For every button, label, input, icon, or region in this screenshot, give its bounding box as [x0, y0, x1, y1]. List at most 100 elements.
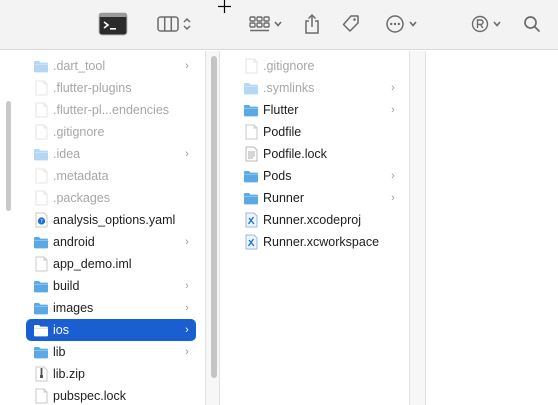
yaml-file-icon: ?	[32, 212, 50, 228]
folder-icon	[242, 80, 260, 96]
list-item-label: lib.zip	[53, 367, 85, 381]
file-icon	[32, 124, 50, 140]
chevron-right-icon: ›	[185, 148, 189, 160]
chevron-right-icon: ›	[185, 280, 189, 292]
group-button[interactable]	[244, 9, 286, 39]
file-icon	[32, 256, 50, 272]
list-item[interactable]: .flutter-plugins	[26, 77, 196, 99]
xcode-file-icon	[242, 234, 260, 250]
list-item[interactable]: .metadata	[26, 165, 196, 187]
list-item-label: Podfile.lock	[263, 147, 327, 161]
chevron-down-icon	[408, 21, 417, 27]
list-item-selected[interactable]: ios ›	[26, 319, 196, 341]
chevron-right-icon: ›	[391, 82, 395, 94]
list-item[interactable]: .dart_tool ›	[26, 55, 196, 77]
column-view-icon	[156, 16, 179, 32]
folder-icon	[242, 102, 260, 118]
list-item[interactable]: lib.zip	[26, 363, 196, 385]
file-icon	[242, 124, 260, 140]
chevron-right-icon: ›	[391, 192, 395, 204]
list-item-label: build	[53, 279, 80, 293]
list-item-label: android	[53, 235, 95, 249]
chevron-down-icon	[273, 21, 282, 27]
list-item[interactable]: images ›	[26, 297, 196, 319]
list-item[interactable]: .idea ›	[26, 143, 196, 165]
folder-icon	[32, 322, 50, 338]
list-item-label: .idea	[53, 147, 81, 161]
list-item[interactable]: .symlinks ›	[236, 77, 402, 99]
registered-button[interactable]	[468, 9, 504, 39]
column-divider[interactable]	[410, 51, 426, 405]
more-icon	[385, 15, 404, 33]
search-button[interactable]	[520, 9, 544, 39]
list-item-label: Runner.xcworkspace	[263, 235, 380, 249]
terminal-button[interactable]	[96, 9, 130, 39]
file-icon	[242, 58, 260, 74]
list-item-label: lib	[53, 345, 66, 359]
folder-icon	[242, 190, 260, 206]
mouse-cursor-icon	[218, 0, 231, 13]
list-item[interactable]: pubspec.lock	[26, 385, 196, 405]
list-item-label: .gitignore	[53, 125, 105, 139]
list-item[interactable]: .gitignore	[26, 121, 196, 143]
list-item[interactable]: .flutter-pl...endencies	[26, 99, 196, 121]
list-item[interactable]: android ›	[26, 231, 196, 253]
folder-icon	[32, 146, 50, 162]
list-item-label: .metadata	[53, 169, 109, 183]
folder-icon	[32, 58, 50, 74]
share-button[interactable]	[300, 9, 324, 39]
list-item-label: app_demo.iml	[53, 257, 132, 271]
chevron-right-icon: ›	[185, 236, 189, 248]
list-item-label: Runner	[263, 191, 304, 205]
tag-button[interactable]	[339, 9, 363, 39]
file-icon	[32, 168, 50, 184]
list-item-label: ios	[53, 323, 69, 337]
chevron-right-icon: ›	[391, 170, 395, 182]
more-actions-button[interactable]	[383, 9, 419, 39]
svg-text:?: ?	[40, 219, 43, 225]
left-scrollbar[interactable]	[6, 101, 11, 211]
list-item-label: Runner.xcodeproj	[263, 213, 361, 227]
list-item[interactable]: Podfile.lock	[236, 143, 402, 165]
file-icon	[32, 80, 50, 96]
list-item[interactable]: ? analysis_options.yaml	[26, 209, 196, 231]
parent-folder-column: .dart_tool › .flutter-plugins .flutter-pl..…	[0, 51, 206, 405]
folder-icon	[32, 344, 50, 360]
chevron-right-icon: ›	[185, 60, 189, 72]
list-item[interactable]: .packages	[26, 187, 196, 209]
xcode-file-icon	[242, 212, 260, 228]
list-item-label: .flutter-pl...endencies	[53, 103, 170, 117]
tag-icon	[342, 15, 359, 32]
list-item-label: .symlinks	[263, 81, 315, 95]
list-item-label: .dart_tool	[53, 59, 106, 73]
chevron-right-icon: ›	[185, 302, 189, 314]
list-item[interactable]: app_demo.iml	[26, 253, 196, 275]
chevron-right-icon: ›	[391, 104, 395, 116]
registered-icon	[471, 15, 488, 33]
list-item[interactable]: Pods ›	[236, 165, 402, 187]
list-item-label: Flutter	[263, 103, 299, 117]
list-item-label: .flutter-plugins	[53, 81, 132, 95]
up-down-chevron-icon	[182, 17, 191, 31]
search-icon	[524, 16, 540, 32]
list-item[interactable]: Runner ›	[236, 187, 402, 209]
group-icon	[248, 16, 270, 32]
list-item[interactable]: .gitignore	[236, 55, 402, 77]
column-scrollbar[interactable]	[211, 56, 217, 378]
list-item[interactable]: Flutter ›	[236, 99, 402, 121]
list-item[interactable]: Runner.xcodeproj	[236, 209, 402, 231]
zip-file-icon	[32, 366, 50, 382]
chevron-right-icon: ›	[185, 346, 189, 358]
text-file-icon	[242, 146, 260, 162]
terminal-icon	[98, 12, 128, 36]
view-mode-button[interactable]	[152, 9, 196, 39]
list-item-label: .packages	[53, 191, 110, 205]
file-icon	[32, 388, 50, 404]
share-icon	[305, 13, 319, 34]
list-item[interactable]: lib ›	[26, 341, 196, 363]
folder-icon	[32, 278, 50, 294]
chevron-right-icon: ›	[185, 324, 189, 336]
list-item[interactable]: Podfile	[236, 121, 402, 143]
list-item[interactable]: build ›	[26, 275, 196, 297]
list-item[interactable]: Runner.xcworkspace	[236, 231, 402, 253]
